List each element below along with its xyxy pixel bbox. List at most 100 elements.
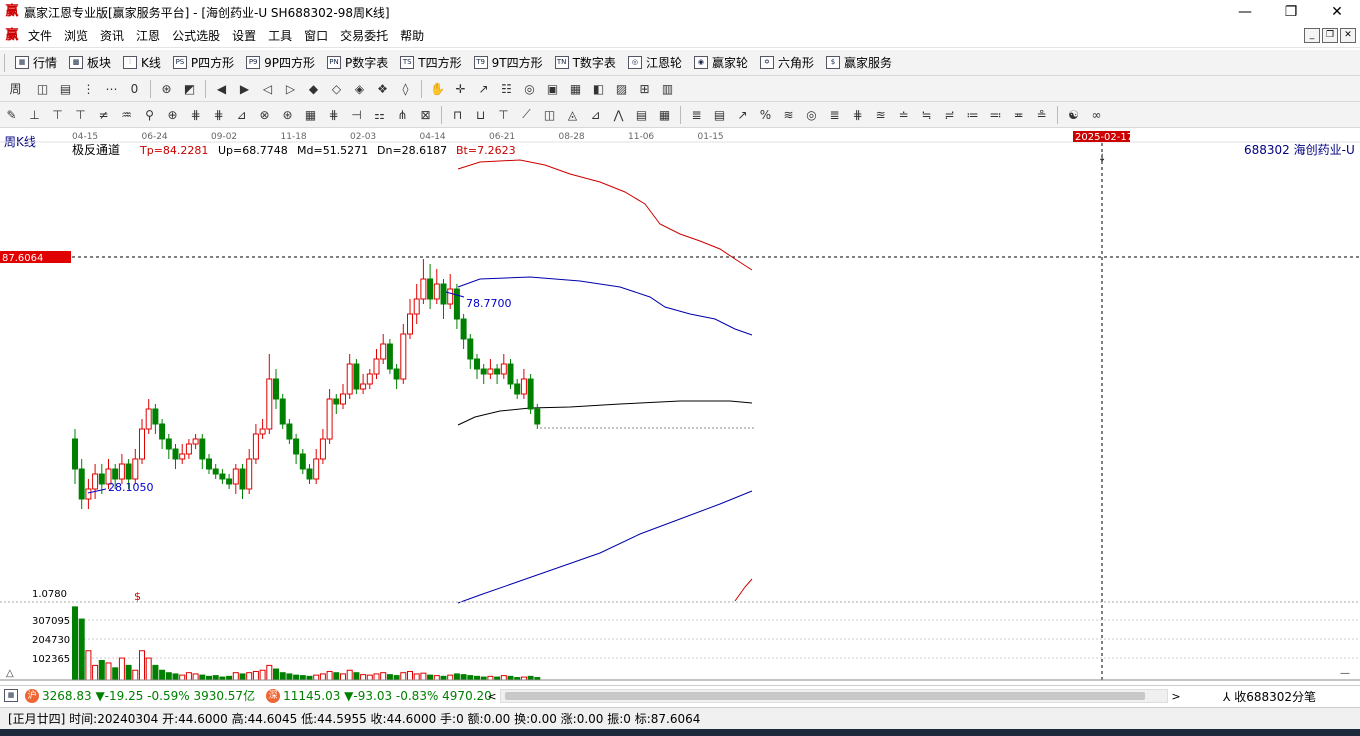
tool-20-icon[interactable]: ◎ [520,79,540,99]
menu-file[interactable]: 文件 [22,27,58,44]
analysis-tool-2-icon[interactable]: ⊤ [48,105,68,125]
menu-trade[interactable]: 交易委托 [334,27,394,44]
menu-formula[interactable]: 公式选股 [166,27,226,44]
analysis-tool-8-icon[interactable]: ⋕ [186,105,206,125]
tool-21-icon[interactable]: ▣ [543,79,563,99]
analysis-tool-11-icon[interactable]: ⊗ [255,105,275,125]
analysis-tool-27-icon[interactable]: ▤ [632,105,652,125]
analysis-tool-25-icon[interactable]: ⊿ [586,105,606,125]
analysis-tool-33-icon[interactable]: ≋ [779,105,799,125]
analysis-tool-22-icon[interactable]: ⟋ [517,105,537,125]
nav-gann-wheel-button[interactable]: ◎ 江恩轮 [622,54,688,71]
tool-18-icon[interactable]: ↗ [474,79,494,99]
analysis-tool-28-icon[interactable]: ▦ [655,105,675,125]
nav-quotes-button[interactable]: ▦ 行情 [9,54,63,71]
chart-canvas[interactable]: 周K线 04-15 06-24 09-02 11-18 02-03 04-14 06-21 08… [0,129,1360,682]
analysis-tool-37-icon[interactable]: ≊ [871,105,891,125]
analysis-tool-31-icon[interactable]: ↗ [733,105,753,125]
scroll-thumb[interactable] [505,692,1145,700]
tool-12-icon[interactable]: ◇ [327,79,347,99]
analysis-tool-18-icon[interactable]: ⊠ [416,105,436,125]
scroll-right-button[interactable]: > [1168,690,1184,703]
analysis-tool-16-icon[interactable]: ⚏ [370,105,390,125]
analysis-tool-14-icon[interactable]: ⋕ [324,105,344,125]
menu-settings[interactable]: 设置 [226,27,262,44]
analysis-tool-24-icon[interactable]: ◬ [563,105,583,125]
tool-22-icon[interactable]: ▦ [566,79,586,99]
analysis-tool-36-icon[interactable]: ⋕ [848,105,868,125]
analysis-tool-1-icon[interactable]: ⊥ [25,105,45,125]
analysis-tool-0-icon[interactable]: ✎ [2,105,22,125]
analysis-tool-20-icon[interactable]: ⊔ [471,105,491,125]
tool-6-icon[interactable]: ◩ [180,79,200,99]
nav-p-square-button[interactable]: PS P四方形 [167,54,240,71]
tool-26-icon[interactable]: ▥ [658,79,678,99]
analysis-tool-5-icon[interactable]: ♒ [117,105,137,125]
sz-index[interactable]: 深 11145.03 ▼-93.03 -0.83% 4970.20 [263,688,492,703]
nav-p-table-button[interactable]: PN P数字表 [321,54,394,71]
tool-7-icon[interactable]: ◀ [212,79,232,99]
minimize-button[interactable]: — [1222,0,1268,24]
chart-scrollbar[interactable]: < > [484,688,1184,704]
analysis-tool-17-icon[interactable]: ⋔ [393,105,413,125]
nav-t-table-button[interactable]: TN T数字表 [549,54,622,71]
kline-chart[interactable]: 周K线 04-15 06-24 09-02 11-18 02-03 04-14 06-21 08… [0,129,1360,682]
analysis-tool-13-icon[interactable]: ▦ [301,105,321,125]
analysis-tool-45-icon[interactable]: ☯ [1064,105,1084,125]
nav-t-square-button[interactable]: TS T四方形 [394,54,467,71]
tool-23-icon[interactable]: ◧ [589,79,609,99]
tool-3-icon[interactable]: ⋯ [102,79,122,99]
menu-browse[interactable]: 浏览 [58,27,94,44]
analysis-tool-40-icon[interactable]: ≓ [940,105,960,125]
analysis-tool-30-icon[interactable]: ▤ [710,105,730,125]
tool-24-icon[interactable]: ▨ [612,79,632,99]
menu-gann[interactable]: 江恩 [130,27,166,44]
tool-13-icon[interactable]: ◈ [350,79,370,99]
tool-2-icon[interactable]: ⋮ [79,79,99,99]
analysis-tool-26-icon[interactable]: ⋀ [609,105,629,125]
tool-1-icon[interactable]: ▤ [56,79,76,99]
analysis-tool-39-icon[interactable]: ≒ [917,105,937,125]
analysis-tool-6-icon[interactable]: ⚲ [140,105,160,125]
nav-kline-button[interactable]: ⫶ K线 [117,54,167,71]
nav-winner-service-button[interactable]: $ 赢家服务 [820,54,898,71]
analysis-tool-12-icon[interactable]: ⊛ [278,105,298,125]
nav-9t-square-button[interactable]: T9 9T四方形 [468,54,549,71]
mdi-minimize-button[interactable]: _ [1304,28,1320,43]
tool-5-icon[interactable]: ⊛ [157,79,177,99]
tool-8-icon[interactable]: ▶ [235,79,255,99]
mdi-restore-button[interactable]: ❐ [1322,28,1338,43]
tool-25-icon[interactable]: ⊞ [635,79,655,99]
sh-index[interactable]: 沪 3268.83 ▼-19.25 -0.59% 3930.57亿 [22,687,255,704]
analysis-tool-7-icon[interactable]: ⊕ [163,105,183,125]
analysis-tool-21-icon[interactable]: ⊤ [494,105,514,125]
analysis-tool-41-icon[interactable]: ≔ [963,105,983,125]
analysis-tool-4-icon[interactable]: ≠ [94,105,114,125]
tool-10-icon[interactable]: ▷ [281,79,301,99]
analysis-tool-34-icon[interactable]: ◎ [802,105,822,125]
analysis-tool-43-icon[interactable]: ≖ [1009,105,1029,125]
tool-19-icon[interactable]: ☷ [497,79,517,99]
tool-0-icon[interactable]: ◫ [33,79,53,99]
tool-15-icon[interactable]: ◊ [396,79,416,99]
analysis-tool-42-icon[interactable]: ≕ [986,105,1006,125]
menu-window[interactable]: 窗口 [298,27,334,44]
menu-help[interactable]: 帮助 [394,27,430,44]
analysis-tool-3-icon[interactable]: ⊤ [71,105,91,125]
tool-11-icon[interactable]: ◆ [304,79,324,99]
analysis-tool-19-icon[interactable]: ⊓ [448,105,468,125]
nav-sectors-button[interactable]: ▩ 板块 [63,54,117,71]
mdi-close-button[interactable]: ✕ [1340,28,1356,43]
tool-14-icon[interactable]: ❖ [373,79,393,99]
analysis-tool-29-icon[interactable]: ≣ [687,105,707,125]
analysis-tool-9-icon[interactable]: ⋕ [209,105,229,125]
scroll-left-button[interactable]: < [484,690,500,703]
restore-button[interactable]: ❐ [1268,0,1314,24]
tool-9-icon[interactable]: ◁ [258,79,278,99]
analysis-tool-15-icon[interactable]: ⊣ [347,105,367,125]
analysis-tool-44-icon[interactable]: ≗ [1032,105,1052,125]
close-button[interactable]: ✕ [1314,0,1360,24]
analysis-tool-35-icon[interactable]: ≣ [825,105,845,125]
analysis-tool-10-icon[interactable]: ⊿ [232,105,252,125]
analysis-tool-23-icon[interactable]: ◫ [540,105,560,125]
